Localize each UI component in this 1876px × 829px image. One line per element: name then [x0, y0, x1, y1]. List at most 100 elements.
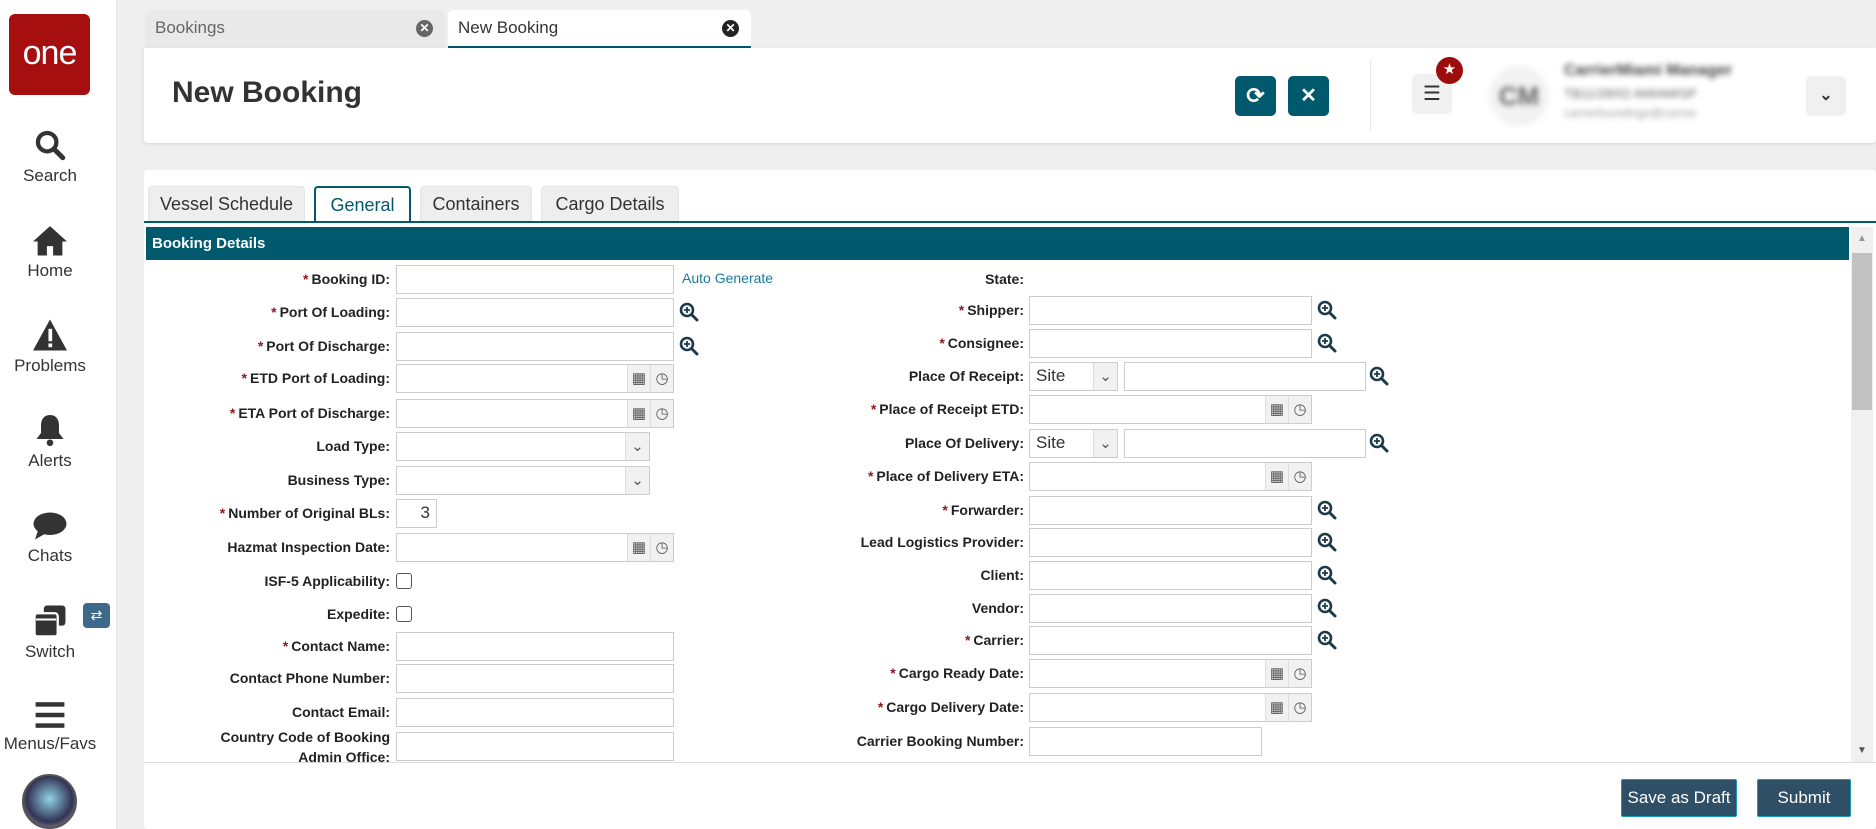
vendor-input[interactable] [1029, 594, 1312, 623]
cargo-delivery-date-input[interactable]: ▦ ◷ [1029, 693, 1312, 722]
calendar-icon[interactable]: ▦ [627, 400, 650, 427]
tab-vessel-schedule[interactable]: Vessel Schedule [148, 186, 305, 221]
calendar-icon[interactable]: ▦ [627, 365, 650, 392]
lead-logistics-provider-label: Lead Logistics Provider: [861, 533, 1024, 551]
country-code-of-booking-admin-office-input[interactable] [396, 732, 674, 761]
chevron-down-icon[interactable]: ⌄ [1093, 363, 1117, 390]
place-of-receipt-type-select[interactable]: Site ⌄ [1029, 362, 1118, 391]
shipper-lookup-icon[interactable] [1317, 300, 1337, 325]
auto-generate-link[interactable]: Auto Generate [682, 270, 773, 286]
app-logo[interactable]: one [9, 14, 90, 95]
save-as-draft-button[interactable]: Save as Draft [1621, 779, 1737, 817]
switch-role-icon[interactable]: ⇄ [83, 603, 110, 628]
cargo-ready-date-input[interactable]: ▦ ◷ [1029, 659, 1312, 688]
close-tab-icon[interactable]: ✕ [722, 20, 739, 37]
lead-logistics-provider-input[interactable] [1029, 528, 1312, 557]
tab-new-booking[interactable]: New Booking ✕ [448, 10, 751, 48]
consignee-lookup-icon[interactable] [1317, 333, 1337, 358]
port-of-loading-input[interactable] [396, 298, 674, 327]
chevron-down-icon[interactable]: ⌄ [625, 433, 649, 460]
contact-name-input[interactable] [396, 632, 674, 661]
tab-bookings[interactable]: Bookings ✕ [145, 10, 445, 48]
place-of-delivery-lookup-icon[interactable] [1369, 433, 1389, 458]
place-of-receipt-lookup-icon[interactable] [1369, 366, 1389, 391]
etd-port-of-loading-input[interactable]: ▦ ◷ [396, 364, 674, 393]
calendar-icon[interactable]: ▦ [1265, 463, 1288, 490]
carrier-booking-number-label: Carrier Booking Number: [857, 732, 1024, 750]
expedite-checkbox[interactable] [396, 606, 412, 622]
carrier-lookup-icon[interactable] [1317, 630, 1337, 655]
client-input[interactable] [1029, 561, 1312, 590]
nav-menus-favs[interactable]: Menus/Favs [0, 700, 100, 754]
tab-general[interactable]: General [314, 186, 411, 223]
close-button[interactable]: ✕ [1288, 76, 1329, 116]
place-of-delivery-input[interactable] [1124, 429, 1366, 458]
shipper-input[interactable] [1029, 296, 1312, 325]
load-type-select[interactable]: ⌄ [396, 432, 650, 461]
carrier-booking-number-input[interactable] [1029, 727, 1262, 756]
nav-problems[interactable]: Problems [0, 318, 100, 376]
clock-icon[interactable]: ◷ [1288, 463, 1311, 490]
carrier-input[interactable] [1029, 626, 1312, 655]
clock-icon[interactable]: ◷ [1288, 396, 1311, 423]
submit-button[interactable]: Submit [1757, 779, 1851, 817]
place-of-delivery-eta-input[interactable]: ▦ ◷ [1029, 462, 1312, 491]
place-of-receipt-etd-input[interactable]: ▦ ◷ [1029, 395, 1312, 424]
client-lookup-icon[interactable] [1317, 565, 1337, 590]
port-of-discharge-input[interactable] [396, 332, 674, 361]
scroll-down-icon[interactable]: ▼ [1857, 745, 1867, 756]
required-marker: * [271, 304, 277, 320]
scroll-up-icon[interactable]: ▲ [1857, 233, 1867, 244]
contact-phone-number-input[interactable] [396, 664, 674, 693]
nav-search[interactable]: Search [0, 128, 100, 186]
vendor-lookup-icon[interactable] [1317, 598, 1337, 623]
consignee-input[interactable] [1029, 329, 1312, 358]
user-menu-chevron-icon[interactable]: ⌄ [1806, 76, 1846, 116]
tab-containers[interactable]: Containers [420, 186, 532, 221]
clock-icon[interactable]: ◷ [650, 400, 673, 427]
nav-chats[interactable]: Chats [0, 510, 100, 566]
nav-alerts[interactable]: Alerts [0, 413, 100, 471]
eta-port-of-discharge-input[interactable]: ▦ ◷ [396, 399, 674, 428]
calendar-icon[interactable]: ▦ [1265, 396, 1288, 423]
eta-port-of-discharge-label: * ETA Port of Discharge: [230, 404, 390, 422]
booking-id-input[interactable] [396, 265, 674, 294]
calendar-icon[interactable]: ▦ [1265, 660, 1288, 687]
place-of-receipt-input[interactable] [1124, 362, 1366, 391]
label-text: Client: [980, 567, 1024, 583]
load-type-label: Load Type: [316, 437, 390, 455]
nav-label: Chats [27, 546, 73, 565]
tab-cargo-details[interactable]: Cargo Details [541, 186, 679, 221]
nav-home[interactable]: Home [0, 223, 100, 281]
scrollbar-thumb[interactable] [1852, 253, 1872, 410]
chevron-down-icon[interactable]: ⌄ [625, 467, 649, 494]
calendar-icon[interactable]: ▦ [627, 534, 650, 561]
contact-email-input[interactable] [396, 698, 674, 727]
forwarder-lookup-icon[interactable] [1317, 500, 1337, 525]
close-tab-icon[interactable]: ✕ [416, 20, 433, 37]
forwarder-input[interactable] [1029, 496, 1312, 525]
search-icon [35, 130, 66, 161]
user-avatar[interactable]: CM [1489, 66, 1549, 126]
label-text: Contact Phone Number: [229, 670, 390, 686]
chevron-down-icon[interactable]: ⌄ [1093, 430, 1117, 457]
business-type-select[interactable]: ⌄ [396, 466, 650, 495]
port-of-discharge-lookup-icon[interactable] [679, 336, 699, 361]
calendar-icon[interactable]: ▦ [1265, 694, 1288, 721]
assistant-avatar[interactable] [22, 774, 77, 829]
lead-logistics-provider-lookup-icon[interactable] [1317, 532, 1337, 557]
place-of-delivery-type-select[interactable]: Site ⌄ [1029, 429, 1118, 458]
label-text: Hazmat Inspection Date: [227, 539, 390, 555]
clock-icon[interactable]: ◷ [1288, 660, 1311, 687]
port-of-loading-lookup-icon[interactable] [679, 302, 699, 327]
vertical-scrollbar[interactable]: ▲ ▼ [1851, 227, 1873, 762]
hazmat-inspection-date-input[interactable]: ▦ ◷ [396, 533, 674, 562]
clock-icon[interactable]: ◷ [1288, 694, 1311, 721]
place-of-receipt-etd-label: * Place of Receipt ETD: [871, 400, 1024, 418]
number-of-original-bls-input[interactable]: 3 [396, 499, 437, 528]
clock-icon[interactable]: ◷ [650, 365, 673, 392]
clock-icon[interactable]: ◷ [650, 534, 673, 561]
isf-5-applicability-checkbox[interactable] [396, 573, 412, 589]
refresh-button[interactable]: ⟳ [1235, 76, 1276, 116]
user-name: CarrierMiami Manager [1564, 62, 1733, 79]
